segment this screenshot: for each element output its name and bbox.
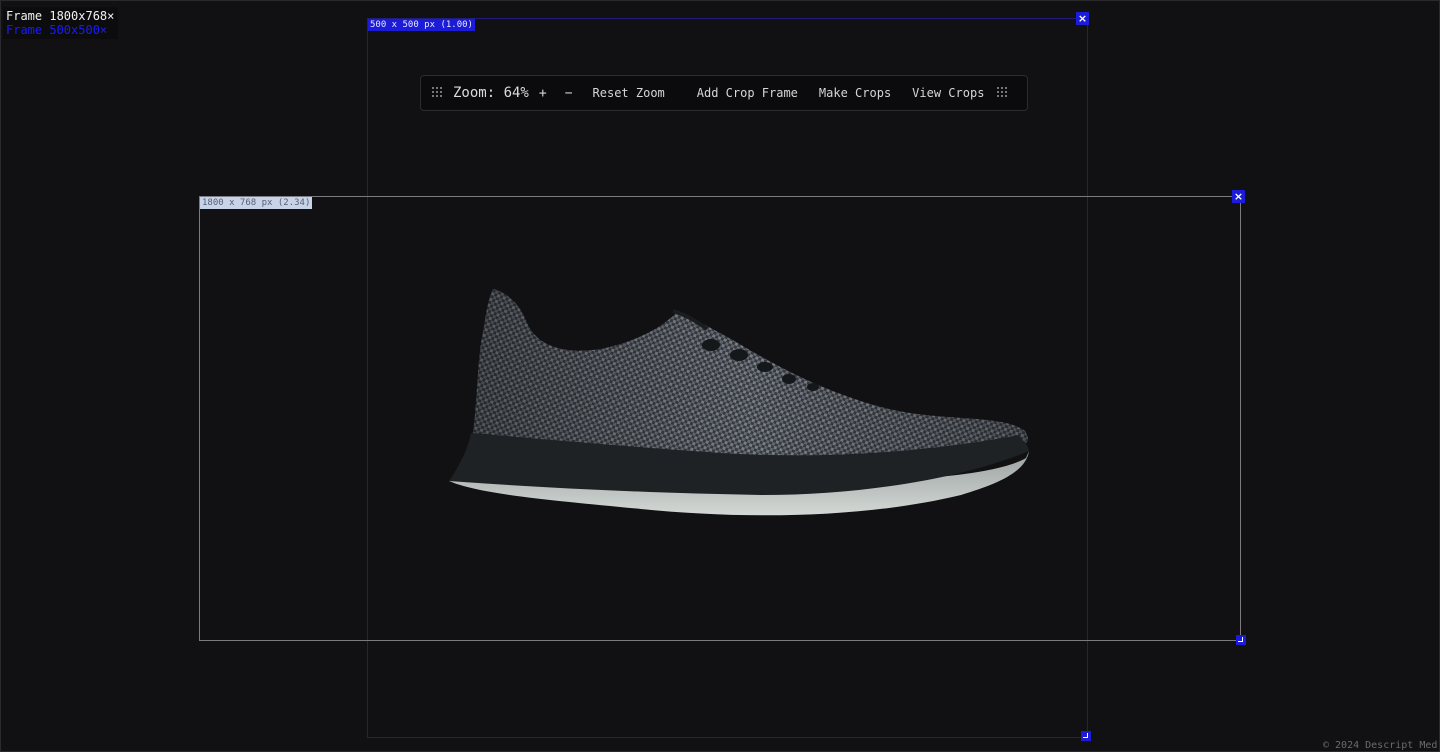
zoom-out-button[interactable]: −: [565, 86, 573, 101]
close-icon[interactable]: ×: [1076, 12, 1089, 25]
crop-frame-1800x768[interactable]: 1800 x 768 px (2.34) ×: [199, 190, 1246, 645]
drag-handle-icon[interactable]: [431, 85, 445, 101]
make-crops-button[interactable]: Make Crops: [819, 86, 891, 100]
frame-list-remove-icon[interactable]: ×: [100, 23, 107, 37]
resize-handle-icon[interactable]: [1081, 731, 1091, 741]
add-crop-frame-button[interactable]: Add Crop Frame: [697, 86, 798, 100]
zoom-toolbar: Zoom: 64% + − Reset Zoom Add Crop Frame …: [420, 75, 1028, 111]
crop-frame-label: 500 x 500 px (1.00): [368, 19, 475, 31]
crop-canvas[interactable]: Frame 1800x768× Frame 500x500× 500 x 500…: [0, 0, 1440, 752]
zoom-in-button[interactable]: +: [539, 86, 547, 101]
resize-handle-icon[interactable]: [1236, 635, 1246, 645]
frame-list-item[interactable]: Frame 1800x768×: [6, 9, 114, 23]
view-crops-button[interactable]: View Crops: [912, 86, 984, 100]
zoom-level: Zoom: 64%: [453, 85, 529, 101]
frame-list-item[interactable]: Frame 500x500×: [6, 23, 114, 37]
reset-zoom-button[interactable]: Reset Zoom: [593, 86, 665, 100]
frame-list-remove-icon[interactable]: ×: [107, 9, 114, 23]
footer-credit: © 2024 Descript Media: [1323, 740, 1437, 751]
frame-list-item-label: Frame 1800x768: [6, 9, 108, 23]
crop-frame-label: 1800 x 768 px (2.34): [200, 197, 313, 209]
frame-list-item-label: Frame 500x500: [6, 23, 100, 37]
frame-list: Frame 1800x768× Frame 500x500×: [3, 7, 119, 39]
close-icon[interactable]: ×: [1232, 190, 1245, 203]
drag-handle-icon[interactable]: [996, 85, 1010, 101]
